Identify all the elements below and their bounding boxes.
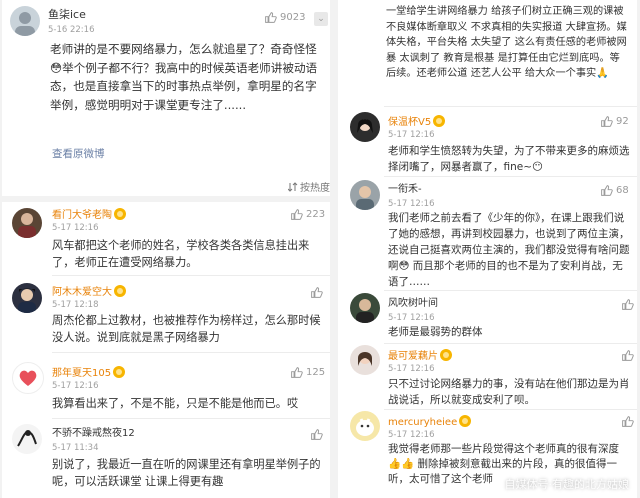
- like-count: 9023: [280, 12, 306, 23]
- comment-date: 5-17 12:18: [52, 300, 99, 310]
- avatar[interactable]: [350, 411, 380, 441]
- divider: [52, 418, 330, 419]
- avatar[interactable]: [350, 293, 380, 323]
- comment-date: 5-17 12:16: [388, 430, 435, 440]
- like-button[interactable]: 125: [290, 366, 325, 379]
- thumbs-up-icon: [601, 116, 613, 127]
- comment-text: 老师讲的是不要网络暴力，怎么就追星了？奇奇怪怪😳举个例子都不行？我高中的时候英语…: [50, 42, 318, 112]
- like-button[interactable]: [310, 428, 323, 441]
- avatar[interactable]: [350, 345, 380, 375]
- vip-badge-icon: [433, 115, 446, 127]
- like-button[interactable]: [621, 415, 634, 428]
- avatar[interactable]: [12, 424, 42, 454]
- divider: [384, 106, 637, 107]
- like-button[interactable]: 92: [600, 115, 629, 128]
- commenter-name[interactable]: 那年夏天105: [52, 366, 126, 380]
- comment-text: 别说了，我最近一直在听的网课里还有拿明星举例子的呢，可以活跃课堂 让课上得更有趣: [52, 458, 321, 488]
- comment-date: 5-17 12:16: [388, 130, 435, 140]
- comment-date: 5-17 12:16: [388, 199, 435, 209]
- thumbs-up-icon: [622, 350, 634, 361]
- comment-date: 5-17 12:16: [388, 313, 435, 323]
- avatar[interactable]: [350, 112, 380, 142]
- vip-badge-icon: [440, 349, 452, 361]
- comment-text: 周杰伦都上过教材，也被推荐作为榜样过，怎么那时候没人说。说到底就是黑子网络暴力: [52, 314, 321, 344]
- vip-badge-icon: [114, 285, 126, 297]
- sort-by-heat-button[interactable]: 按热度: [288, 179, 330, 194]
- comment-date: 5-16 22:16: [48, 25, 95, 35]
- divider: [384, 343, 637, 344]
- comment-text: 老师是最弱势的群体: [388, 326, 483, 338]
- like-button[interactable]: 9023: [264, 11, 305, 24]
- commenter-name[interactable]: 保温杯V5: [388, 115, 446, 129]
- vip-badge-icon: [114, 208, 126, 220]
- thumbs-up-icon: [622, 299, 634, 310]
- thumbs-up-icon: [291, 209, 303, 220]
- commenter-name[interactable]: 最可爱藕片: [388, 349, 452, 363]
- divider: [52, 275, 330, 276]
- comment-text: 风车都把这个老师的姓名，学校各类各类信息挂出来了，老师正在遭受网络暴力。: [52, 239, 310, 269]
- comment-text: 我们老师之前去看了《少年的你》，在课上跟我们说了她的感想，再讲到校园暴力，也说到…: [388, 212, 630, 288]
- like-button[interactable]: [621, 298, 634, 311]
- avatar[interactable]: [350, 180, 380, 210]
- more-chevron-icon[interactable]: ⌄: [314, 12, 328, 26]
- commenter-name[interactable]: 看门大爷老陶: [52, 208, 126, 222]
- right-screenshot-panel: 一堂给学生讲网络暴力 给孩子们树立正确三观的课被不良媒体断章取义 不求真相的失实…: [338, 0, 637, 498]
- comment-text: 只不过讨论网络暴力的事，没有站在他们那边是为肖战说话，所以就变成安利了呗。: [388, 378, 630, 406]
- avatar[interactable]: [10, 6, 40, 36]
- comment-date: 5-17 12:16: [52, 381, 99, 391]
- comment-date: 5-17 11:34: [52, 443, 99, 453]
- like-count: 223: [306, 209, 326, 220]
- thumbs-up-icon: [311, 287, 323, 298]
- like-count: 92: [616, 116, 629, 127]
- divider: [2, 196, 330, 202]
- like-button[interactable]: 223: [290, 208, 325, 221]
- commenter-name[interactable]: 一衔禾-: [388, 184, 422, 196]
- comment-text: 一堂给学生讲网络暴力 给孩子们树立正确三观的课被不良媒体断章取义 不求真相的失实…: [386, 6, 627, 79]
- commenter-name[interactable]: mercuryheiee: [388, 415, 472, 429]
- avatar[interactable]: [12, 283, 42, 313]
- sort-icon: [288, 181, 298, 192]
- commenter-name[interactable]: 不骄不躁戒熬夜12: [52, 428, 135, 440]
- divider: [384, 176, 637, 177]
- like-button[interactable]: 68: [600, 184, 629, 197]
- avatar[interactable]: [12, 208, 42, 238]
- watermark: 自媒体号·有趣的北方姑娘: [504, 478, 630, 491]
- thumbs-up-icon: [265, 12, 277, 23]
- vip-badge-icon: [113, 366, 126, 378]
- divider: [52, 352, 330, 353]
- left-screenshot-panel: 鱼柒ice 5-16 22:16 9023 ⌄ 老师讲的是不要网络暴力，怎么就追…: [2, 0, 330, 498]
- avatar[interactable]: [12, 362, 44, 394]
- commenter-name[interactable]: 鱼柒ice: [48, 9, 86, 21]
- divider: [384, 290, 637, 291]
- comment-date: 5-17 12:16: [388, 364, 435, 374]
- like-count: 68: [616, 185, 629, 196]
- thumbs-up-icon: [291, 367, 303, 378]
- comment-text: 老师和学生愤怒转为失望，为了不带来更多的麻烦选择闭嘴了，网暴者赢了，fine~😶: [388, 145, 630, 173]
- sort-label: 按热度: [300, 183, 330, 194]
- thumbs-up-icon: [601, 185, 613, 196]
- view-original-link[interactable]: 查看原微博: [52, 146, 105, 161]
- comment-date: 5-17 12:16: [52, 223, 99, 233]
- thumbs-up-icon: [622, 416, 634, 427]
- vip-badge-icon: [459, 415, 472, 427]
- like-count: 125: [306, 367, 326, 378]
- thumbs-up-icon: [311, 429, 323, 440]
- comment-text: 我算看出来了，不是不能，只是不能是他而已。哎: [52, 397, 299, 410]
- like-button[interactable]: [621, 349, 634, 362]
- like-button[interactable]: [310, 286, 323, 299]
- divider: [384, 409, 637, 410]
- commenter-name[interactable]: 阿木木爱空大: [52, 285, 126, 299]
- commenter-name[interactable]: 风吹树叶间: [388, 298, 438, 310]
